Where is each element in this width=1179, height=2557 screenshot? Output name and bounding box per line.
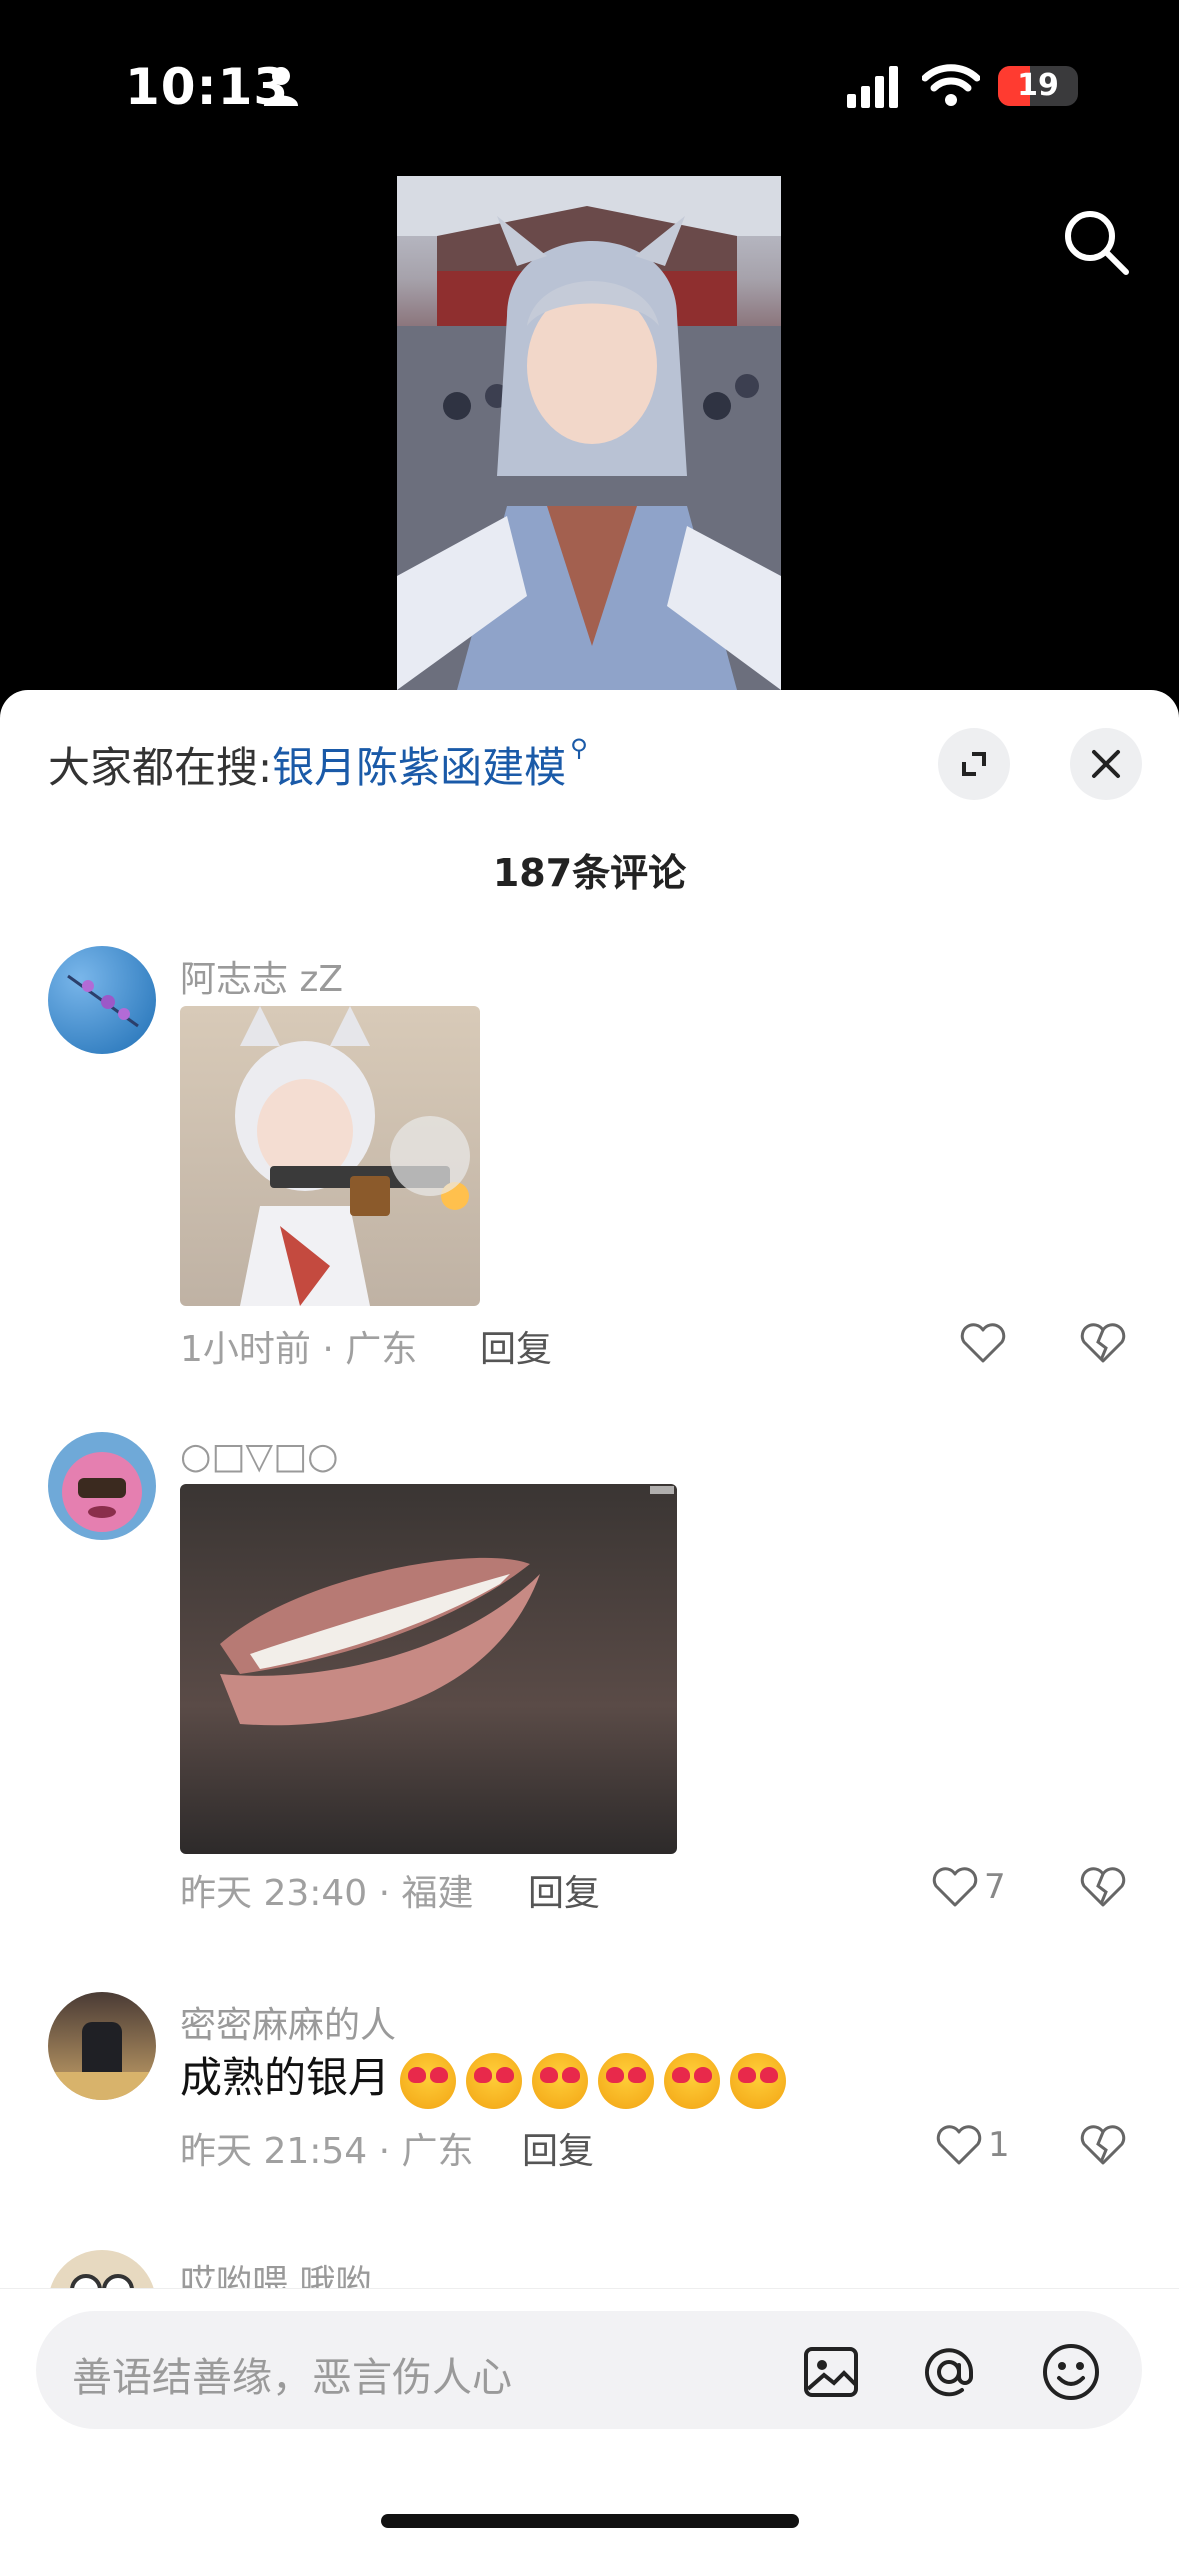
heart-eyes-emoji (532, 2052, 589, 2109)
reply-button[interactable]: 回复 (522, 2122, 594, 2174)
hot-search-label: 大家都在搜: (48, 743, 273, 792)
avatar[interactable] (48, 946, 156, 1054)
comment-meta: 昨天 23:40 · 福建 (180, 1873, 474, 1914)
like-button[interactable] (958, 1318, 1012, 1368)
hot-search[interactable]: 大家都在搜:银月陈紫函建模 ⚲ (48, 734, 588, 795)
like-button[interactable]: 7 (930, 1862, 1006, 1912)
comment-username[interactable]: ○□▽□○ (180, 1436, 339, 1477)
small-search-icon: ⚲ (570, 734, 588, 762)
broken-heart-icon[interactable] (1078, 1862, 1128, 1912)
heart-icon (936, 2125, 982, 2165)
avatar-flower-image (67, 974, 139, 1028)
battery-indicator: 19 (998, 66, 1078, 106)
avatar[interactable] (48, 1432, 156, 1540)
video-thumbnail[interactable] (397, 176, 781, 690)
like-button[interactable]: 1 (934, 2120, 1010, 2170)
comment-meta: 1小时前 · 广东 (180, 1329, 418, 1370)
avatar-photo-image (48, 2022, 156, 2100)
heart-eyes-emoji (730, 2052, 787, 2109)
comment-image[interactable] (180, 1006, 480, 1306)
person-icon (264, 67, 298, 106)
comment-username[interactable]: 密密麻麻的人 (180, 1996, 396, 2048)
expand-button[interactable] (938, 728, 1010, 800)
reply-button[interactable]: 回复 (528, 1864, 600, 1916)
heart-icon (960, 1323, 1006, 1363)
wifi-icon (922, 64, 980, 106)
reply-button[interactable]: 回复 (480, 1320, 552, 1372)
search-icon[interactable] (1060, 206, 1132, 278)
at-icon[interactable] (918, 2341, 980, 2403)
status-bar: 10:13 19 (0, 0, 1179, 170)
broken-heart-icon[interactable] (1078, 2120, 1128, 2170)
heart-eyes-emoji (466, 2052, 523, 2109)
hot-search-term[interactable]: 银月陈紫函建模 (272, 743, 566, 792)
comment-sheet: 大家都在搜:银月陈紫函建模 ⚲ 187条评论 阿志志 zZ 1小时前 · 广东 … (0, 690, 1179, 2556)
comment-text: 成熟的银月 (180, 2044, 787, 2109)
like-count: 7 (984, 1867, 1006, 1907)
close-button[interactable] (1070, 728, 1142, 800)
emoji-icon[interactable] (1040, 2341, 1102, 2403)
heart-eyes-emoji (664, 2052, 721, 2109)
expand-icon (962, 752, 986, 776)
battery-level: 19 (1017, 68, 1059, 103)
heart-icon (932, 1867, 978, 1907)
comment-username[interactable]: 阿志志 zZ (180, 950, 343, 1002)
video-frame-illustration (397, 176, 781, 690)
heart-eyes-emoji (400, 2052, 457, 2109)
comment-input-placeholder: 善语结善缘，恶言伤人心 (72, 2355, 512, 2401)
signal-icon (847, 66, 898, 108)
comment-text-content: 成熟的银月 (180, 2053, 391, 2102)
close-icon (1092, 750, 1120, 778)
comment-image[interactable] (180, 1484, 677, 1854)
avatar-cartoon-image (62, 1452, 142, 1532)
heart-eyes-emoji (598, 2052, 655, 2109)
comment-meta: 昨天 21:54 · 广东 (180, 2131, 474, 2172)
broken-heart-icon[interactable] (1078, 1318, 1128, 1368)
comment-image-illustration (235, 1006, 470, 1306)
comment-count: 187条评论 (492, 851, 687, 895)
comment-image-illustration (220, 1486, 674, 1726)
image-icon[interactable] (800, 2341, 862, 2403)
home-indicator[interactable] (381, 2514, 799, 2528)
like-count: 1 (988, 2125, 1010, 2165)
comment-input[interactable]: 善语结善缘，恶言伤人心 (36, 2311, 1142, 2429)
avatar[interactable] (48, 1992, 156, 2100)
